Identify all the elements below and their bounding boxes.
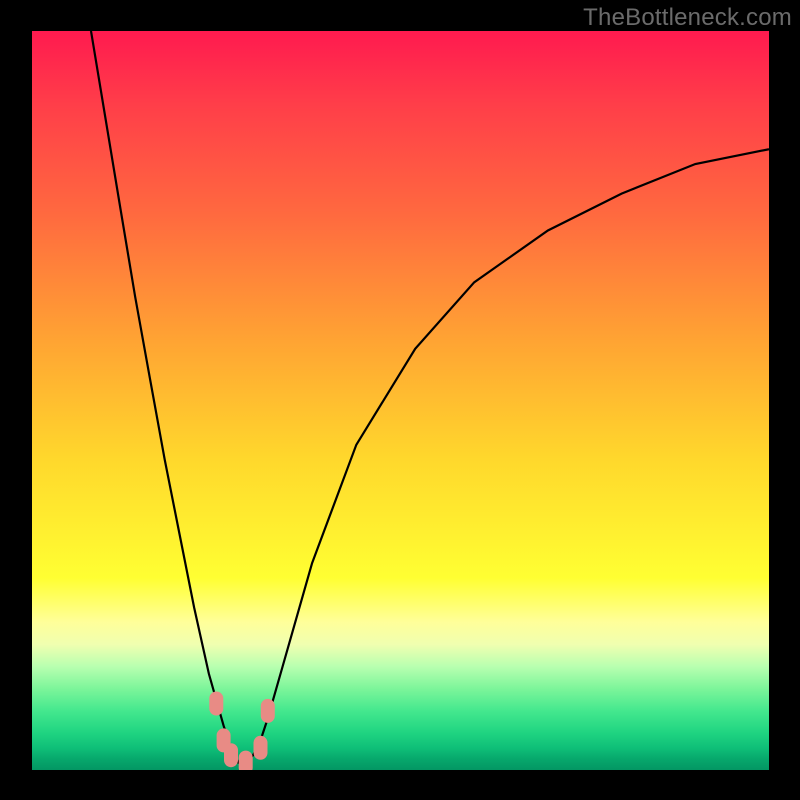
trough-marker-mid2 [224,743,238,767]
chart-overlay [32,31,769,770]
trough-marker-mid3 [239,751,253,770]
bottleneck-curve [91,31,769,763]
trough-marker-right [261,699,275,723]
trough-markers-group [209,692,274,771]
trough-marker-left [209,692,223,716]
watermark-text: TheBottleneck.com [583,4,792,32]
trough-marker-mid4 [254,736,268,760]
